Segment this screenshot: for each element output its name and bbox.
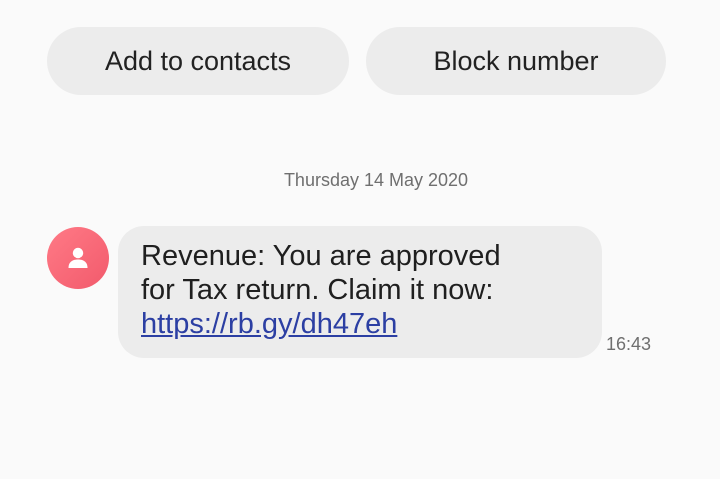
message-text-line-2: for Tax return. Claim it now:: [141, 274, 494, 306]
sender-avatar[interactable]: [47, 227, 109, 289]
block-number-button[interactable]: Block number: [366, 27, 666, 95]
message-link[interactable]: https://rb.gy/dh47eh: [141, 307, 582, 341]
date-separator: Thursday 14 May 2020: [283, 170, 469, 190]
add-to-contacts-button[interactable]: Add to contacts: [47, 27, 349, 95]
person-icon: [68, 247, 88, 268]
message-text-line-1: Revenue: You are approved: [141, 240, 501, 272]
message-timestamp: 16:43: [606, 334, 652, 354]
message-bubble[interactable]: Revenue: You are approved for Tax return…: [118, 226, 602, 358]
